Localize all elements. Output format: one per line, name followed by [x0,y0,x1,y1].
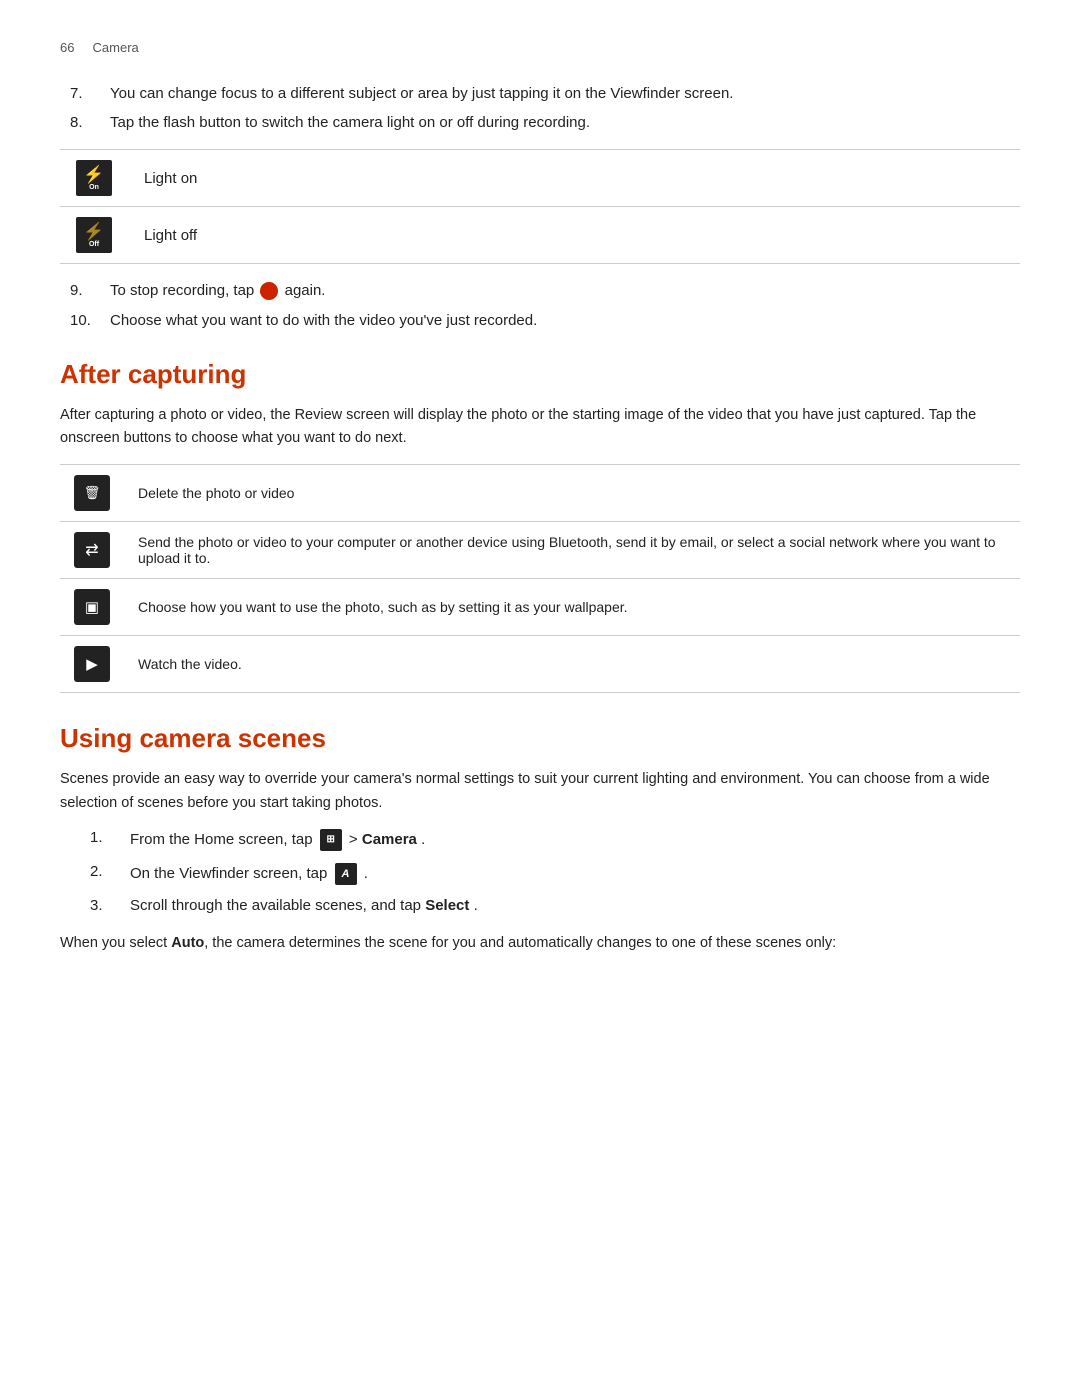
auto-text-after: , the camera determines the scene for yo… [204,935,836,951]
play-icon-cell: ▶ [60,636,124,693]
page-number: 66 [60,40,74,55]
list-item-10: 10. Choose what you want to do with the … [60,312,1020,329]
share-icon: ⇄ [74,532,110,568]
action-play-row: ▶ Watch the video. [60,636,1020,693]
scenes-step-content-2: On the Viewfinder screen, tap A . [130,863,1020,885]
scenes-step-num-2: 2. [90,863,130,880]
scenes-step-3: 3. Scroll through the available scenes, … [80,897,1020,914]
scenes-step-num-3: 3. [90,897,130,914]
action-share-row: ⇄ Send the photo or video to your comput… [60,522,1020,579]
step3-select-label: Select [425,897,469,914]
using-camera-scenes-intro: Scenes provide an easy way to override y… [60,768,1020,814]
list-content-8: Tap the flash button to switch the camer… [110,114,1020,131]
recording-list: 9. To stop recording, tap again. 10. Cho… [60,282,1020,329]
action-delete-row: 🗑 Delete the photo or video [60,465,1020,522]
step1-text-before: From the Home screen, tap [130,831,313,848]
list-content-9: To stop recording, tap again. [110,282,1020,300]
list-num-8: 8. [70,114,110,131]
list-item-7: 7. You can change focus to a different s… [60,85,1020,102]
auto-text: When you select Auto, the camera determi… [60,932,1020,955]
delete-icon-cell: 🗑 [60,465,124,522]
step1-text-middle: > [349,831,362,848]
list-content-7: You can change focus to a different subj… [110,85,1020,102]
list-content-10: Choose what you want to do with the vide… [110,312,1020,329]
light-on-icon-cell: ⚡ On [60,150,128,207]
page-header: 66 Camera [60,40,1020,55]
list-num-9: 9. [70,282,110,299]
list-num-10: 10. [70,312,110,329]
auto-bold: Auto [171,935,204,951]
scenes-step-1: 1. From the Home screen, tap ⊞ > Camera … [80,829,1020,851]
setas-text: Choose how you want to use the photo, su… [124,579,1020,636]
auto-text-before: When you select [60,935,171,951]
after-capturing-intro: After capturing a photo or video, the Re… [60,404,1020,450]
using-camera-scenes-title: Using camera scenes [60,723,1020,754]
chapter-title: Camera [93,40,139,55]
list-item-9: 9. To stop recording, tap again. [60,282,1020,300]
light-on-row: ⚡ On Light on [60,150,1020,207]
step3-text-before: Scroll through the available scenes, and… [130,897,421,914]
step1-camera-bold: Camera [362,831,417,848]
stop-record-icon [260,282,278,300]
list-num-7: 7. [70,85,110,102]
scenes-step-content-1: From the Home screen, tap ⊞ > Camera . [130,829,1020,851]
light-on-icon: ⚡ On [76,160,112,196]
light-off-icon-cell: ⚡ Off [60,207,128,264]
step1-text-after: . [421,831,425,848]
light-off-label: Light off [128,207,1020,264]
play-icon: ▶ [74,646,110,682]
setas-icon-cell: ▣ [60,579,124,636]
step2-text-after: . [364,865,368,882]
home-screen-icon: ⊞ [320,829,342,851]
light-table: ⚡ On Light on ⚡ Off Light off [60,149,1020,264]
stop-text-before: To stop recording, tap [110,282,254,299]
action-table: 🗑 Delete the photo or video ⇄ Send the p… [60,464,1020,693]
scenes-step-2: 2. On the Viewfinder screen, tap A . [80,863,1020,885]
viewfinder-scene-icon: A [335,863,357,885]
delete-text: Delete the photo or video [124,465,1020,522]
after-capturing-title: After capturing [60,359,1020,390]
share-text: Send the photo or video to your computer… [124,522,1020,579]
stop-text-after: again. [285,282,326,299]
light-off-row: ⚡ Off Light off [60,207,1020,264]
scenes-step-content-3: Scroll through the available scenes, and… [130,897,1020,914]
light-on-label: Light on [128,150,1020,207]
share-icon-cell: ⇄ [60,522,124,579]
list-item-8: 8. Tap the flash button to switch the ca… [60,114,1020,131]
setas-icon: ▣ [74,589,110,625]
step2-text-before: On the Viewfinder screen, tap [130,865,327,882]
light-off-icon: ⚡ Off [76,217,112,253]
delete-icon: 🗑 [74,475,110,511]
action-setas-row: ▣ Choose how you want to use the photo, … [60,579,1020,636]
scenes-steps-list: 1. From the Home screen, tap ⊞ > Camera … [60,829,1020,914]
step3-text-after: . [474,897,478,914]
play-text: Watch the video. [124,636,1020,693]
intro-list: 7. You can change focus to a different s… [60,85,1020,131]
scenes-step-num-1: 1. [90,829,130,846]
